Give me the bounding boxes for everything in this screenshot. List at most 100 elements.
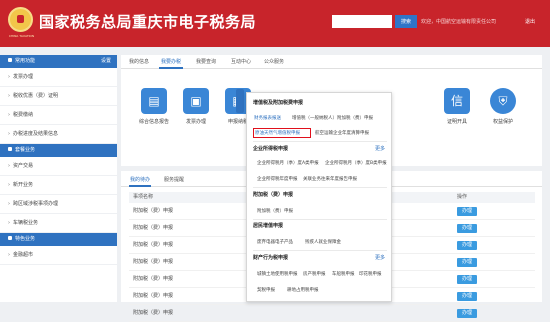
- table-cell: 附加税（费）申报: [133, 242, 174, 248]
- sidebar-section-package[interactable]: 套餐业务: [0, 144, 117, 157]
- quick-label: 证明开具: [446, 119, 467, 125]
- chevron-right-icon: ›: [8, 201, 10, 207]
- table-cell: 附加税（费）申报: [133, 310, 174, 316]
- chevron-right-icon: ›: [8, 220, 10, 226]
- divider: [253, 219, 387, 220]
- table-row: 附加税（费）申报 办理: [129, 305, 535, 322]
- handle-button[interactable]: 办理: [457, 258, 477, 267]
- sidebar-item[interactable]: › 车辆税业务: [0, 214, 117, 233]
- chevron-right-icon: ›: [8, 131, 10, 137]
- sidebar-section-common[interactable]: 常用功能 设置: [0, 55, 117, 68]
- sidebar-item-label: 车辆税业务: [13, 220, 39, 226]
- sidebar-item[interactable]: › 税收优惠（费）证明: [0, 87, 117, 106]
- menu-item-cit-annual[interactable]: 企业所得税年度申报: [257, 176, 298, 182]
- sidebar-item-label: 税费缴纳: [13, 112, 34, 118]
- shield-icon[interactable]: ⛨: [490, 88, 516, 114]
- dropdown-section-title: 附加税（费）申报: [253, 192, 294, 198]
- tab-public-service[interactable]: 公众服务: [264, 58, 284, 65]
- sidebar-section-special[interactable]: 特色业务: [0, 233, 117, 246]
- chevron-right-icon: ›: [8, 182, 10, 188]
- menu-item-property-tax[interactable]: 房产税申报: [303, 271, 326, 277]
- menu-item-farmland-tax[interactable]: 耕地占用税申报: [287, 287, 319, 293]
- menu-item-cit-b[interactable]: 企业所得税月（季）度B类申报: [325, 160, 387, 166]
- dropdown-section-title: 居民增值申报: [253, 223, 284, 229]
- more-link[interactable]: 更多: [375, 254, 385, 261]
- column-header: 事项名称: [133, 194, 154, 200]
- table-cell: 附加税（费）申报: [133, 276, 174, 282]
- logout-link[interactable]: 退出: [525, 18, 535, 25]
- sidebar-item[interactable]: › 办税进度及结果信息: [0, 125, 117, 144]
- tab-do-tax[interactable]: 我要办税: [161, 58, 181, 65]
- tax-emblem-icon: [8, 7, 33, 32]
- site-header: CHINA TAXATION 国家税务总局重庆市电子税务局 搜索 欢迎，中国航空…: [0, 0, 550, 47]
- sidebar-item-label: 资产交易: [13, 163, 34, 169]
- sidebar-section-title: 特色业务: [15, 236, 36, 242]
- emblem-text: CHINA TAXATION: [8, 34, 35, 38]
- package-icon: [8, 147, 12, 151]
- sidebar-item[interactable]: › 资产交易: [0, 157, 117, 176]
- sidebar-item[interactable]: › 跨区域涉税事项办理: [0, 195, 117, 214]
- declare-icon-partial: [236, 89, 244, 113]
- handle-button[interactable]: 办理: [457, 241, 477, 250]
- chevron-right-icon: ›: [8, 163, 10, 169]
- menu-item-e-waste[interactable]: 废弃电器电子产品: [257, 239, 293, 245]
- dropdown-section-title: 财产行为税申报: [253, 255, 289, 261]
- menu-item-vat-general[interactable]: 增值税（一般纳税人）附加税（费）申报: [292, 115, 373, 121]
- user-info: 欢迎，中国航空运输有限责任公司: [421, 19, 497, 25]
- declare-dropdown-menu: 增值税及附加税费申报 财务报表报送 增值税（一般纳税人）附加税（费）申报 原油天…: [246, 92, 392, 302]
- search-button[interactable]: 搜索: [395, 15, 417, 28]
- menu-item-aviation-settlement[interactable]: 航空运输企业年度清算申报: [315, 130, 369, 136]
- menu-item-stamp-tax[interactable]: 印花税申报: [359, 271, 382, 277]
- menu-item-financial-report[interactable]: 财务报表报送: [254, 115, 281, 121]
- chevron-right-icon: ›: [8, 112, 10, 118]
- table-cell: 附加税（费）申报: [133, 225, 174, 231]
- menu-icon: [8, 58, 12, 62]
- tab-service-reminder[interactable]: 服务提醒: [164, 176, 184, 183]
- sidebar-item[interactable]: › 发票办理: [0, 68, 117, 87]
- sidebar-item[interactable]: › 金融超市: [0, 246, 117, 265]
- sidebar-item-label: 税收优惠（费）证明: [13, 93, 59, 99]
- info-report-icon[interactable]: ▤: [141, 88, 167, 114]
- site-title: 国家税务总局重庆市电子税务局: [39, 13, 257, 31]
- handle-button[interactable]: 办理: [457, 309, 477, 318]
- tab-my-todo[interactable]: 我的待办: [130, 176, 150, 183]
- settings-link[interactable]: 设置: [101, 55, 111, 68]
- column-header: 操作: [457, 194, 468, 200]
- menu-item-disability-fund[interactable]: 残疾人就业保障金: [305, 239, 341, 245]
- tab-my-info[interactable]: 我的信息: [129, 58, 149, 65]
- handle-button[interactable]: 办理: [457, 224, 477, 233]
- sidebar-item-label: 跨区域涉税事项办理: [13, 201, 59, 207]
- sidebar-item[interactable]: › 新开业务: [0, 176, 117, 195]
- divider: [253, 141, 387, 142]
- certificate-icon[interactable]: 信: [444, 88, 470, 114]
- sidebar: 常用功能 设置 › 发票办理 › 税收优惠（费）证明 › 税费缴纳 › 办税进度及结果信息…: [0, 55, 117, 302]
- sidebar-section-title: 常用功能: [15, 58, 36, 64]
- menu-item-land-use-tax[interactable]: 城镇土地使用税申报: [257, 271, 298, 277]
- divider: [253, 187, 387, 188]
- chevron-right-icon: ›: [8, 93, 10, 99]
- menu-item-related-party[interactable]: 关联业务往来年度报告申报: [303, 176, 357, 182]
- dropdown-section-title: 增值税及附加税费申报: [253, 100, 304, 106]
- menu-item-oil-gas-vat[interactable]: 原油天然气增值税申报: [255, 130, 300, 136]
- menu-item-cit-a[interactable]: 企业所得税月（季）度A类申报: [257, 160, 319, 166]
- quick-label: 发票办理: [185, 119, 206, 125]
- tab-query[interactable]: 我要查询: [196, 58, 216, 65]
- handle-button[interactable]: 办理: [457, 207, 477, 216]
- menu-item-surtax[interactable]: 附加税（费）申报: [257, 208, 293, 214]
- menu-item-vehicle-tax[interactable]: 车船税申报: [332, 271, 355, 277]
- table-cell: 附加税（费）申报: [133, 293, 174, 299]
- more-link[interactable]: 更多: [375, 145, 385, 152]
- handle-button[interactable]: 办理: [457, 275, 477, 284]
- star-icon: [8, 236, 12, 240]
- chevron-right-icon: ›: [8, 252, 10, 258]
- sidebar-item-label: 新开业务: [13, 182, 34, 188]
- menu-item-deed-tax[interactable]: 契税申报: [257, 287, 275, 293]
- invoice-icon[interactable]: ▣: [183, 88, 209, 114]
- active-tab-indicator: [159, 67, 183, 69]
- main-tabs: 我的信息 我要办税 我要查询 互动中心 公众服务: [121, 55, 542, 69]
- sidebar-item[interactable]: › 税费缴纳: [0, 106, 117, 125]
- tab-interaction[interactable]: 互动中心: [231, 58, 251, 65]
- search-input[interactable]: [332, 15, 392, 28]
- handle-button[interactable]: 办理: [457, 292, 477, 301]
- quick-label: 综合信息报告: [138, 119, 169, 125]
